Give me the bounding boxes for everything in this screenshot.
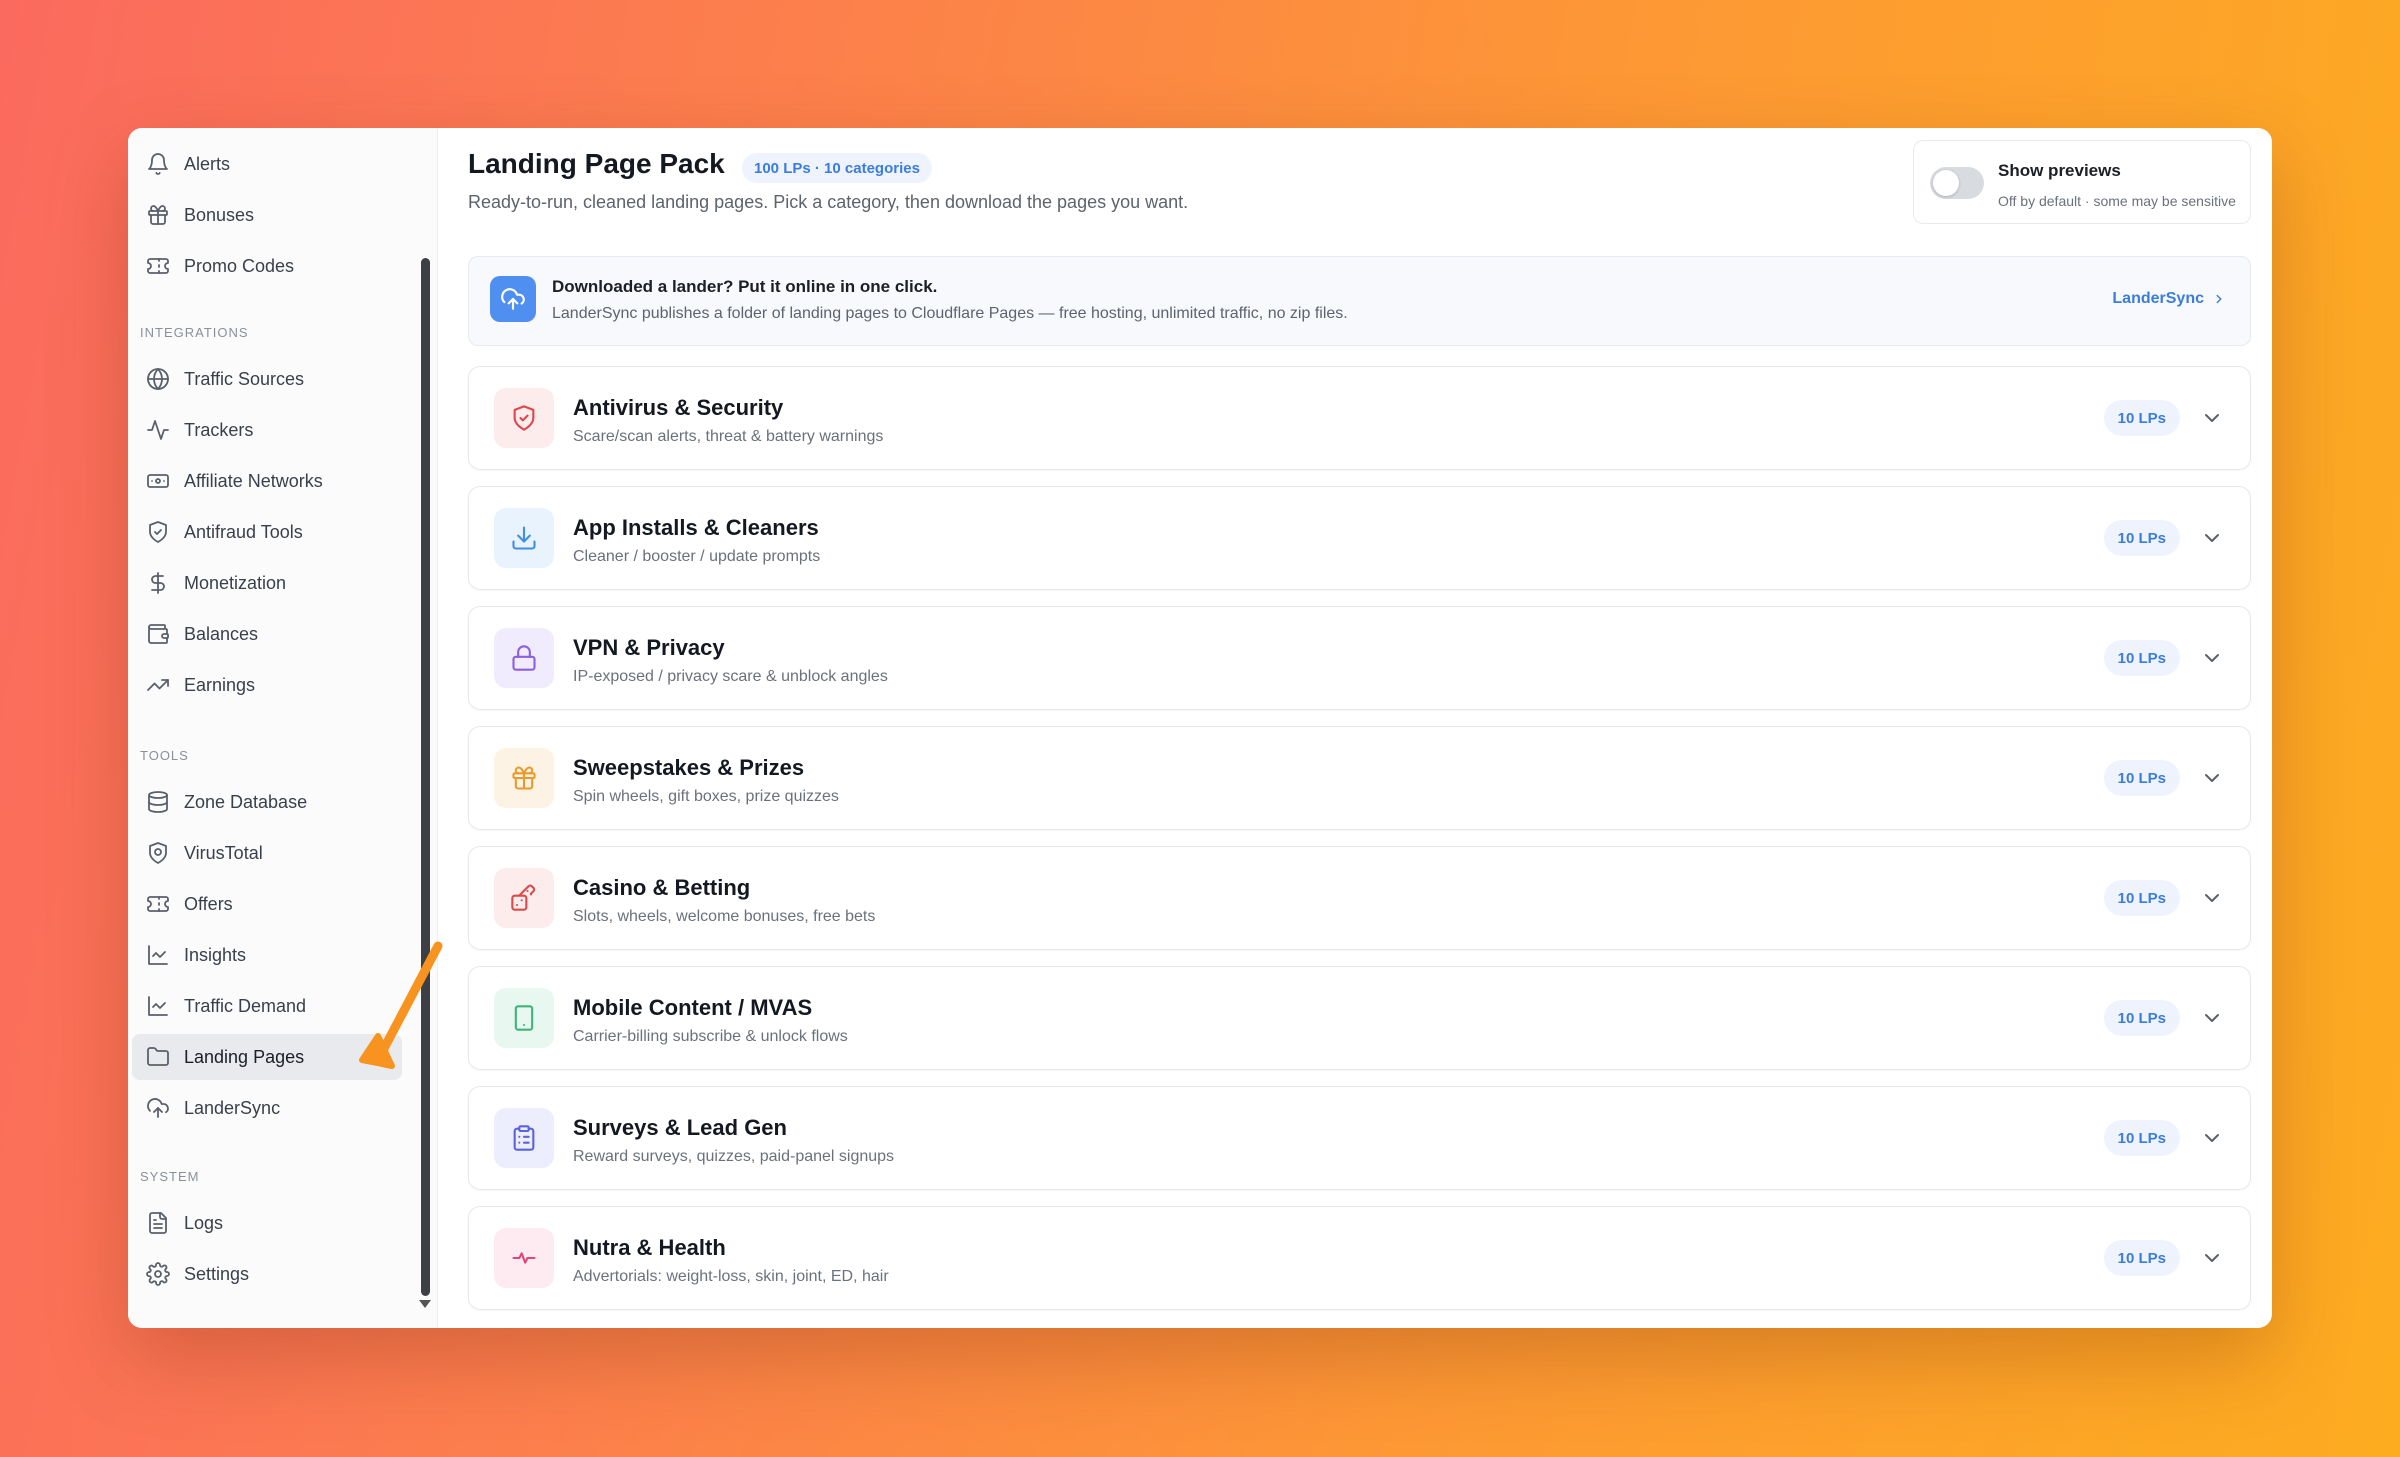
chevron-down-icon[interactable] xyxy=(2200,406,2224,430)
category-card[interactable]: Casino & Betting Slots, wheels, welcome b… xyxy=(468,846,2251,950)
clipboard-icon xyxy=(494,1108,554,1168)
category-title: Casino & Betting xyxy=(573,875,751,900)
category-card[interactable]: Nutra & Health Advertorials: weight-loss,… xyxy=(468,1206,2251,1310)
gift-icon xyxy=(494,748,554,808)
category-title: Nutra & Health xyxy=(573,1235,726,1260)
landersync-banner: Downloaded a lander? Put it online in on… xyxy=(468,256,2251,346)
banner-title: Downloaded a lander? Put it online in on… xyxy=(552,277,938,296)
landersync-link-label: LanderSync xyxy=(2112,290,2204,307)
category-card[interactable]: Sweepstakes & Prizes Spin wheels, gift bo… xyxy=(468,726,2251,830)
shield-icon xyxy=(494,388,554,448)
show-previews-toggle[interactable] xyxy=(1930,167,1984,199)
chevron-down-icon[interactable] xyxy=(2200,766,2224,790)
chevron-right-icon xyxy=(2216,294,2222,304)
category-card[interactable]: Mobile Content / MVAS Carrier-billing sub… xyxy=(468,966,2251,1070)
category-title: App Installs & Cleaners xyxy=(573,515,819,540)
show-previews-card: Show previews Off by default · some may … xyxy=(1913,140,2251,224)
dice-icon xyxy=(494,868,554,928)
smartphone-icon xyxy=(494,988,554,1048)
category-card[interactable]: App Installs & Cleaners Cleaner / booster… xyxy=(468,486,2251,590)
category-title: VPN & Privacy xyxy=(573,635,725,660)
landersync-link[interactable]: LanderSync xyxy=(2112,290,2226,308)
category-count-badge: 10 LPs xyxy=(2103,1120,2180,1156)
category-description: Cleaner / booster / update prompts xyxy=(573,548,821,565)
lock-icon xyxy=(494,628,554,688)
category-description: Slots, wheels, welcome bonuses, free bet… xyxy=(573,908,876,925)
download-icon xyxy=(494,508,554,568)
toggle-knob xyxy=(1933,170,1959,196)
category-count-badge: 10 LPs xyxy=(2103,760,2180,796)
page-subtitle: Ready-to-run, cleaned landing pages. Pic… xyxy=(468,192,1189,212)
show-previews-label: Show previews xyxy=(1998,161,2121,180)
app-window: Alerts Bonuses Promo Codes INTEGRATIONS … xyxy=(128,128,2272,1328)
category-description: IP-exposed / privacy scare & unblock ang… xyxy=(573,668,888,685)
category-title: Antivirus & Security xyxy=(573,395,784,420)
category-description: Spin wheels, gift boxes, prize quizzes xyxy=(573,788,839,805)
chevron-down-icon[interactable] xyxy=(2200,1126,2224,1150)
page-title: Landing Page Pack xyxy=(468,148,725,179)
category-count-badge: 10 LPs xyxy=(2103,880,2180,916)
category-title: Mobile Content / MVAS xyxy=(573,995,813,1020)
category-card[interactable]: Antivirus & Security Scare/scan alerts, t… xyxy=(468,366,2251,470)
category-title: Sweepstakes & Prizes xyxy=(573,755,805,780)
chevron-down-icon[interactable] xyxy=(2200,886,2224,910)
chevron-down-icon[interactable] xyxy=(2200,646,2224,670)
category-title: Surveys & Lead Gen xyxy=(573,1115,787,1140)
heartbeat-icon xyxy=(494,1228,554,1288)
category-card[interactable]: Surveys & Lead Gen Reward surveys, quizze… xyxy=(468,1086,2251,1190)
cloud-upload-icon xyxy=(490,276,536,322)
show-previews-hint: Off by default · some may be sensitive xyxy=(1998,193,2236,209)
category-description: Advertorials: weight-loss, skin, joint, … xyxy=(573,1268,889,1285)
category-description: Carrier-billing subscribe & unlock flows xyxy=(573,1028,848,1045)
category-count-badge: 10 LPs xyxy=(2103,520,2180,556)
category-count-badge: 10 LPs xyxy=(2103,1240,2180,1276)
banner-text: LanderSync publishes a folder of landing… xyxy=(552,305,1348,322)
category-description: Reward surveys, quizzes, paid-panel sign… xyxy=(573,1148,895,1165)
category-description: Scare/scan alerts, threat & battery warn… xyxy=(573,428,884,445)
category-card[interactable]: VPN & Privacy IP-exposed / privacy scare … xyxy=(468,606,2251,710)
category-count-badge: 10 LPs xyxy=(2103,640,2180,676)
chevron-down-icon[interactable] xyxy=(2200,1246,2224,1270)
main-content: Landing Page Pack 100 LPs · 10 categorie… xyxy=(128,128,2272,1328)
category-count-badge: 10 LPs xyxy=(2103,1000,2180,1036)
chevron-down-icon[interactable] xyxy=(2200,1006,2224,1030)
chevron-down-icon[interactable] xyxy=(2200,526,2224,550)
annotation-arrow-icon xyxy=(359,941,443,1069)
pack-count-badge: 100 LPs · 10 categories xyxy=(742,153,932,183)
category-count-badge: 10 LPs xyxy=(2103,400,2180,436)
